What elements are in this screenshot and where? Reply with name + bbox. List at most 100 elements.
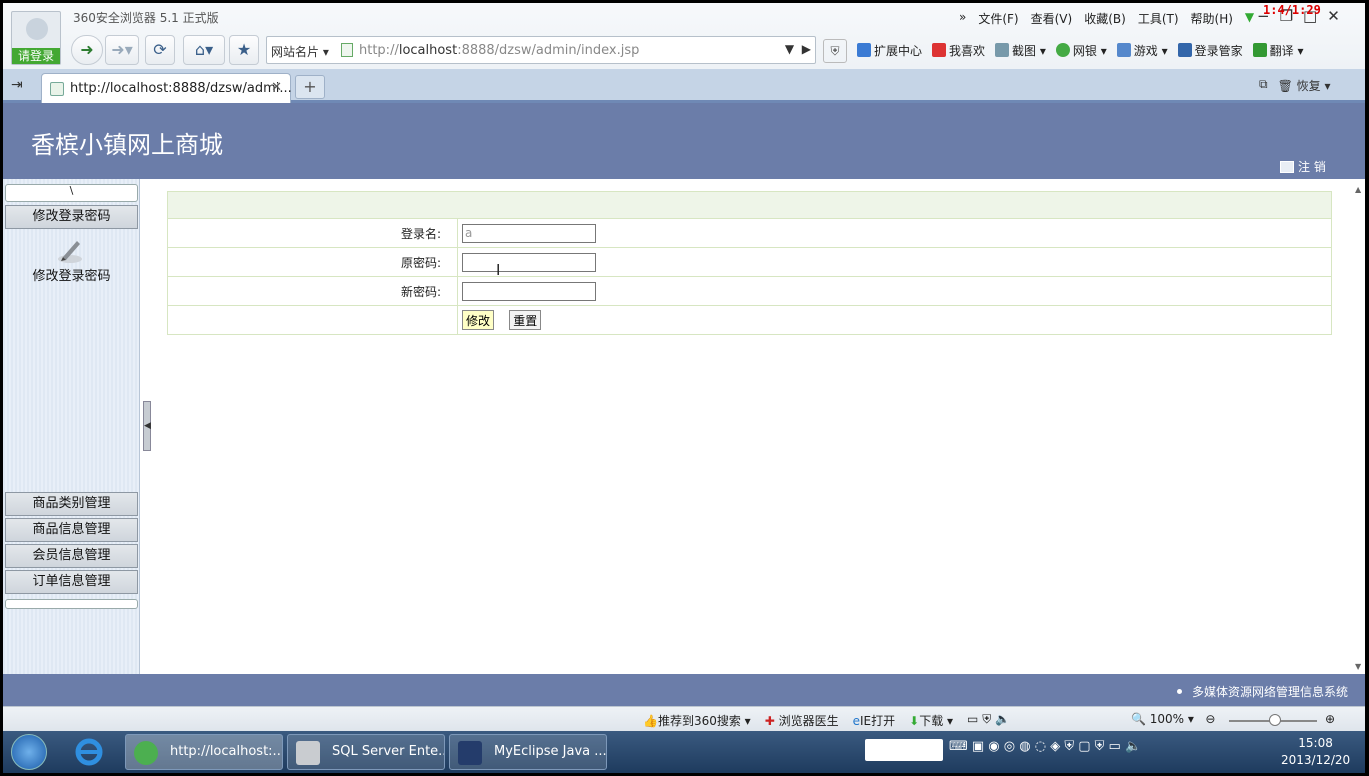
like-link[interactable]: 我喜欢 [932,42,985,59]
translate-link[interactable]: 翻译 ▾ [1252,42,1303,59]
logout-link[interactable]: 注 销 [1280,158,1326,175]
bullet-icon [1177,689,1182,694]
user-avatar[interactable]: 请登录 [11,11,61,65]
screenshot-label: 截图 [1012,44,1037,58]
forward-button[interactable]: ➜▾ [105,35,139,65]
menu-tools[interactable]: 工具(T) [1138,10,1179,27]
status-extra-icons[interactable]: ▭ ⛨ 🔈 [967,712,1010,729]
site-title: 香槟小镇网上商城 [31,131,223,159]
start-button[interactable] [11,734,47,770]
doctor-icon: ✚ [764,714,775,728]
form-header-row [167,191,1332,219]
like-label: 我喜欢 [949,44,986,58]
favorite-star-button[interactable]: ★ [229,35,259,65]
refresh-button[interactable]: ⟳ [145,35,175,65]
recommend-360-label: 推荐到360搜索 [657,714,741,728]
tray-icons[interactable]: ⌨ ▣ ◉ ◎ ◍ ◌ ◈ ⛨ ▢ ⛨ ▭ 🔈 [949,739,1141,761]
tray-search-box[interactable] [865,739,943,761]
new-password-input[interactable] [462,281,596,301]
screenshot-icon [995,43,1010,57]
tab-bar: ⇥ http://localhost:8888/dzsw/admi... ✕ +… [3,69,1365,103]
submit-button[interactable]: 修改 [462,310,495,330]
tab-label: http://localhost:8888/dzsw/admi... [70,81,292,96]
change-password-form: 登录名: 原密码: 新密码: 修改 重置 [167,191,1332,335]
address-bar[interactable]: 网站名片 ▾ http://localhost:8888/dzsw/admin/… [266,36,816,64]
vertical-scrollbar[interactable]: ▲ ▼ [1353,183,1365,673]
ie-open-button[interactable]: eIE打开 [853,712,896,729]
menu-arrows-icon[interactable]: » [959,10,966,27]
recommend-360-button[interactable]: 👍推荐到360搜索 ▾ [643,712,751,729]
zoom-slider-knob[interactable] [1269,714,1281,726]
games-link[interactable]: 游戏 ▾ [1116,42,1168,59]
shirt-icon[interactable]: ▼ [1245,10,1254,27]
ie-icon: e [852,714,860,728]
task-sql-server-label: SQL Server Ente... [332,744,445,759]
task-browser[interactable]: http://localhost:... [125,734,283,770]
browser-statusbar: 👍推荐到360搜索 ▾ ✚ 浏览器医生 eIE打开 ⬇下载 ▾ ▭ ⛨ 🔈 🔍 … [3,706,1365,731]
menu-header-product[interactable]: 商品信息管理 [5,518,138,542]
reset-button[interactable]: 重置 [509,310,542,330]
login-name-label: 登录名: [167,218,458,248]
menu-header-order[interactable]: 订单信息管理 [5,570,138,594]
login-tag[interactable]: 请登录 [12,48,60,64]
screenshot-link[interactable]: 截图 ▾ [995,42,1046,59]
window-switch-icon[interactable]: ⧉ [1259,77,1268,94]
url-text[interactable]: http://localhost:8888/dzsw/admin/index.j… [359,43,639,58]
scroll-up-icon[interactable]: ▲ [1355,185,1361,194]
login-manager-link[interactable]: 登录管家 [1177,42,1243,59]
zoom-icon: 🔍 [1131,712,1146,726]
bank-label: 网银 [1072,44,1097,58]
ie-taskbar-icon[interactable] [71,735,107,769]
sidebar-toggle-icon[interactable]: ⇥ [11,77,23,93]
menu-favorites[interactable]: 收藏(B) [1084,10,1126,27]
shield-icon[interactable]: ⛨ [823,39,847,63]
tab-active[interactable]: http://localhost:8888/dzsw/admi... ✕ [41,73,292,103]
extensions-link[interactable]: 扩展中心 [857,42,922,59]
panel-collapse-handle[interactable]: ◀ [143,401,151,451]
pencil-icon [58,241,82,263]
home-button[interactable]: ⌂▾ [183,35,225,65]
toolbar-links: 扩展中心 我喜欢 截图 ▾ 网银 ▾ 游戏 ▾ 登录管家 翻译 ▾ [857,42,1303,59]
zoom-control[interactable]: 🔍 100% ▾ ⊖ [1131,712,1215,726]
zoom-in-icon[interactable]: ⊕ [1325,712,1335,726]
task-myeclipse[interactable]: MyEclipse Java ... [449,734,607,770]
menu-item-change-password[interactable]: 修改登录密码 [3,265,140,284]
menu-bar: » 文件(F) 查看(V) 收藏(B) 工具(T) 帮助(H) ▼ [959,10,1254,27]
new-tab-button[interactable]: + [295,75,325,99]
games-icon [1116,43,1131,57]
menu-header-category[interactable]: 商品类别管理 [5,492,138,516]
footer-text: 多媒体资源网络管理信息系统 [1177,683,1348,700]
site-card-button[interactable]: 网站名片 ▾ [271,43,329,60]
restore-tab-button[interactable]: 🗑 恢复 ▾ [1278,77,1331,94]
back-button[interactable]: ➜ [71,35,103,65]
old-password-label: 原密码: [167,247,458,277]
download-button[interactable]: ⬇下载 ▾ [909,712,953,729]
menu-view[interactable]: 查看(V) [1031,10,1073,27]
close-icon[interactable]: ✕ [1327,7,1340,25]
tab-close-icon[interactable]: ✕ [271,80,282,95]
panel-foot [5,599,138,609]
old-password-input[interactable] [462,252,596,272]
url-host: localhost [398,43,458,58]
trash-icon: 🗑 [1277,79,1293,93]
scroll-down-icon[interactable]: ▼ [1355,662,1361,671]
clock[interactable]: 15:08 2013/12/20 [1281,735,1350,769]
browser-app-icon [134,741,158,765]
browser-titlebar: 请登录 360安全浏览器 5.1 正式版 » 文件(F) 查看(V) 收藏(B)… [3,3,1365,69]
tab-page-icon [50,82,64,96]
menu-help[interactable]: 帮助(H) [1191,10,1233,27]
logout-icon [1280,161,1294,173]
zoom-level: 100% [1149,712,1185,726]
address-dropdown-icon[interactable]: ▼ ▶ [785,42,811,56]
page-icon [341,43,353,57]
bank-link[interactable]: 网银 ▾ [1055,42,1107,59]
task-sql-server[interactable]: SQL Server Ente... [287,734,445,770]
heart-icon [932,43,947,57]
bank-icon [1055,43,1070,57]
menu-header-change-password[interactable]: 修改登录密码 [5,205,138,229]
login-name-input[interactable] [462,223,596,243]
menu-header-member[interactable]: 会员信息管理 [5,544,138,568]
ie-open-label: IE打开 [860,714,896,728]
menu-file[interactable]: 文件(F) [978,10,1018,27]
browser-doctor-button[interactable]: ✚ 浏览器医生 [765,712,839,729]
